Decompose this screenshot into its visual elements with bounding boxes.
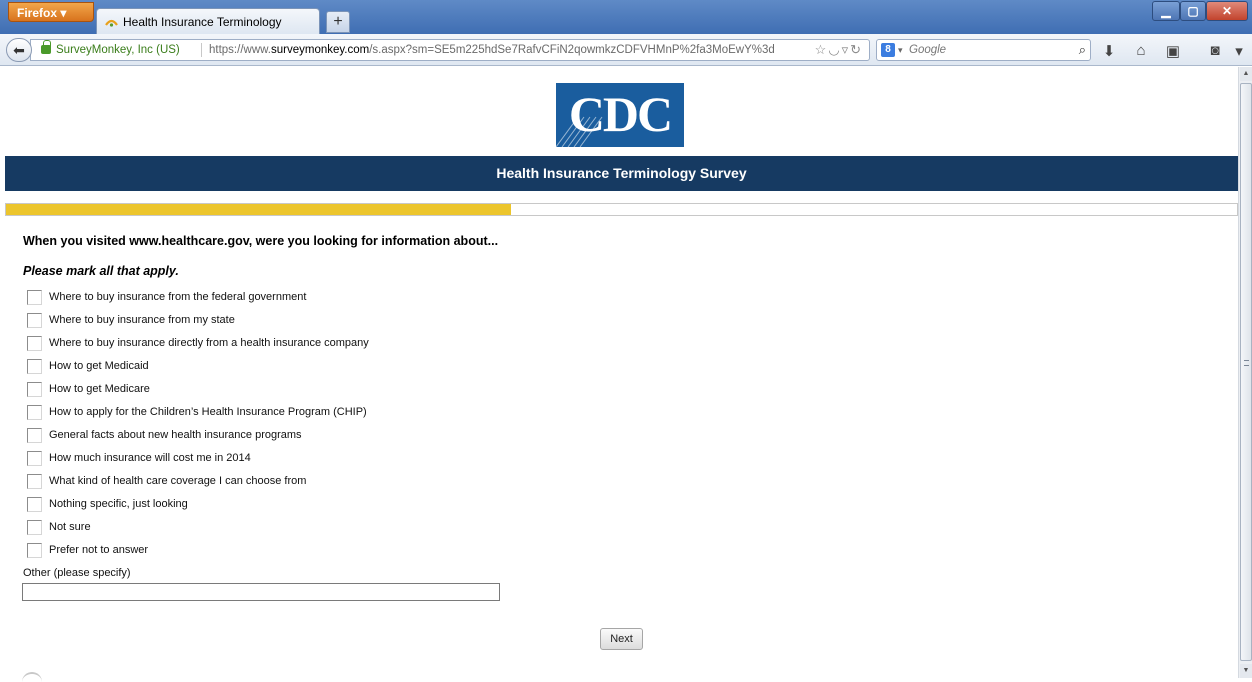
pocket-icon[interactable]: ◙: [1204, 42, 1226, 59]
url-bar[interactable]: SurveyMonkey, Inc (US) https://www.surve…: [30, 39, 870, 61]
footer-logo: [22, 672, 42, 682]
url-divider: [201, 43, 202, 57]
option-checkbox[interactable]: [27, 381, 42, 397]
home-icon[interactable]: ⌂: [1130, 42, 1152, 59]
other-label: Other (please specify): [23, 567, 131, 579]
scroll-up-icon[interactable]: ▲: [1240, 67, 1252, 81]
option-checkbox[interactable]: [27, 473, 42, 489]
next-button[interactable]: Next: [600, 628, 643, 650]
option-label: Not sure: [49, 521, 91, 533]
url-domain: surveymonkey.com: [271, 44, 370, 56]
bookmarks-icon[interactable]: ▣: [1162, 42, 1184, 60]
new-tab-button[interactable]: +: [326, 11, 350, 33]
url-prefix: https://www.: [209, 44, 271, 56]
progress-bar: [5, 203, 1238, 216]
option-checkbox[interactable]: [27, 358, 42, 374]
option-item[interactable]: Where to buy insurance directly from a h…: [27, 334, 369, 352]
page-scrollbar[interactable]: ▲ ▼: [1238, 67, 1252, 678]
option-item[interactable]: What kind of health care coverage I can …: [27, 472, 306, 490]
option-label: How to apply for the Children’s Health I…: [49, 406, 367, 418]
scroll-thumb[interactable]: [1240, 83, 1252, 661]
option-label: Where to buy insurance from my state: [49, 314, 235, 326]
survey-title: Health Insurance Terminology Survey: [5, 156, 1238, 191]
site-identity[interactable]: SurveyMonkey, Inc (US): [56, 40, 180, 60]
option-label: How to get Medicaid: [49, 360, 149, 372]
option-item[interactable]: Where to buy insurance from the federal …: [27, 288, 306, 306]
question-text: When you visited www.healthcare.gov, wer…: [23, 234, 499, 248]
search-bar[interactable]: 8 ▾ Google ⌕: [876, 39, 1091, 61]
option-checkbox[interactable]: [27, 519, 42, 535]
option-checkbox[interactable]: [27, 496, 42, 512]
minimize-button[interactable]: ▁: [1152, 1, 1180, 21]
option-item[interactable]: General facts about new health insurance…: [27, 426, 302, 444]
instruction-text: Please mark all that apply.: [23, 264, 179, 278]
window-titlebar: Firefox ▾ Health Insurance Terminology S…: [0, 0, 1252, 55]
option-checkbox[interactable]: [27, 542, 42, 558]
chevron-down-icon[interactable]: ▾: [898, 40, 903, 60]
option-item[interactable]: How to get Medicaid: [27, 357, 149, 375]
firefox-menu-label: Firefox: [17, 6, 58, 20]
option-item[interactable]: How much insurance will cost me in 2014: [27, 449, 251, 467]
option-checkbox[interactable]: [27, 335, 42, 351]
logo-text: CDC: [568, 86, 673, 142]
option-checkbox[interactable]: [27, 312, 42, 328]
option-label: Prefer not to answer: [49, 544, 149, 556]
back-button[interactable]: ⬅: [6, 38, 32, 62]
back-icon: ⬅: [13, 42, 25, 58]
lock-icon: [41, 40, 51, 54]
browser-tab[interactable]: Health Insurance Terminology Survey: [96, 8, 320, 55]
page-content: CDC Health Insurance Terminology Survey …: [0, 67, 1238, 678]
cdc-logo: CDC: [556, 83, 684, 147]
option-item[interactable]: Nothing specific, just looking: [27, 495, 188, 513]
close-button[interactable]: ✕: [1206, 1, 1248, 21]
option-label: Where to buy insurance from the federal …: [49, 291, 307, 303]
reload-icon[interactable]: ↻: [850, 42, 863, 57]
navigation-toolbar: SurveyMonkey, Inc (US) https://www.surve…: [0, 34, 1252, 66]
option-label: Nothing specific, just looking: [49, 498, 188, 510]
firefox-menu-button[interactable]: Firefox ▾: [8, 2, 94, 22]
search-icon[interactable]: ⌕: [1079, 40, 1086, 60]
option-item[interactable]: How to apply for the Children’s Health I…: [27, 403, 367, 421]
search-engine-placeholder: Google: [909, 44, 947, 56]
option-checkbox[interactable]: [27, 289, 42, 305]
option-item[interactable]: Where to buy insurance from my state: [27, 311, 235, 329]
download-icon[interactable]: ⬇: [1098, 42, 1120, 60]
option-label: How to get Medicare: [49, 383, 150, 395]
option-checkbox[interactable]: [27, 427, 42, 443]
other-specify-input[interactable]: [22, 583, 500, 601]
option-label: What kind of health care coverage I can …: [49, 475, 307, 487]
option-checkbox[interactable]: [27, 404, 42, 420]
option-item[interactable]: Prefer not to answer: [27, 541, 148, 559]
url-text[interactable]: https://www.surveymonkey.com/s.aspx?sm=S…: [209, 40, 775, 60]
google-icon[interactable]: 8: [881, 43, 895, 57]
bookmark-star-icon[interactable]: ☆: [815, 42, 829, 57]
option-label: Where to buy insurance directly from a h…: [49, 337, 369, 349]
maximize-button[interactable]: ▢: [1180, 1, 1206, 21]
option-checkbox[interactable]: [27, 450, 42, 466]
surveymonkey-favicon-icon: [105, 19, 118, 27]
option-item[interactable]: Not sure: [27, 518, 91, 536]
scroll-down-icon[interactable]: ▼: [1240, 664, 1252, 678]
url-path: /s.aspx?sm=SE5m225hdSe7RafvCFiN2qowmkzCD…: [369, 44, 775, 56]
menu-icon[interactable]: ▾: [1228, 42, 1250, 60]
option-item[interactable]: How to get Medicare: [27, 380, 150, 398]
reader-icon[interactable]: ◡: [828, 42, 841, 57]
option-label: How much insurance will cost me in 2014: [49, 452, 251, 464]
progress-fill: [6, 204, 511, 215]
option-label: General facts about new health insurance…: [49, 429, 302, 441]
dropdown-icon[interactable]: ▿: [842, 42, 851, 57]
